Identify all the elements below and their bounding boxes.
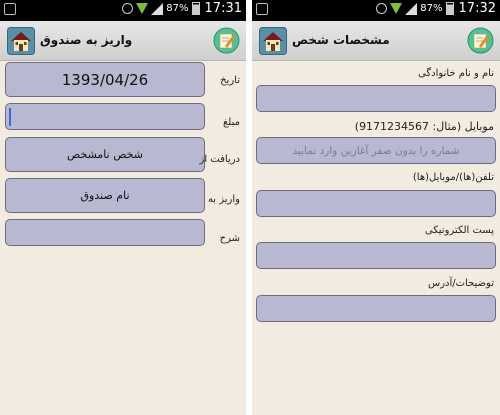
alarm-icon <box>122 3 134 14</box>
mobile-field[interactable]: شماره را بدون صفر آغازین وارد نمایید <box>256 137 496 164</box>
name-label: نام و نام خانوادگی <box>418 68 494 79</box>
wifi-icon <box>136 3 149 14</box>
notes-label: توضیحات/آدرس <box>427 278 494 289</box>
amount-field[interactable] <box>5 103 205 130</box>
house-icon[interactable] <box>7 27 35 55</box>
deposit-to-field[interactable]: نام صندوق <box>5 178 205 213</box>
battery-percent: 87% <box>166 3 189 14</box>
text-cursor <box>9 107 11 126</box>
deposit-to-label: واریز به <box>207 194 240 205</box>
person-details-screen: 87% 17:32 مشخصات شخص نام و نام خانوادگی … <box>252 0 500 415</box>
notification-icon <box>4 3 16 15</box>
deposit-to-fund-screen: 87% 17:31 واریز به صندوق 1393/04/26 تاری… <box>0 0 246 415</box>
signal-icon <box>405 2 418 15</box>
description-field[interactable] <box>5 219 205 246</box>
status-bar: 87% 17:31 <box>0 0 246 21</box>
signal-icon <box>151 2 164 15</box>
screen-title: واریز به صندوق <box>40 33 133 47</box>
notification-icon <box>256 3 268 15</box>
battery-icon <box>445 2 454 15</box>
alarm-icon <box>376 3 388 14</box>
house-icon[interactable] <box>259 27 287 55</box>
phones-field[interactable] <box>256 190 496 217</box>
phones-label: تلفن(ها)/موبایل(ها) <box>412 172 494 183</box>
date-field[interactable]: 1393/04/26 <box>5 62 205 97</box>
edit-note-icon[interactable] <box>213 27 240 54</box>
email-label: پست الکترونیکی <box>424 225 494 236</box>
received-from-field[interactable]: شخص نامشخص <box>5 137 205 172</box>
app-bar: مشخصات شخص <box>252 21 500 61</box>
screen-title: مشخصات شخص <box>292 33 390 47</box>
clock: 17:31 <box>204 1 242 16</box>
app-bar: واریز به صندوق <box>0 21 246 61</box>
date-label: تاریخ <box>220 75 240 86</box>
edit-note-icon[interactable] <box>467 27 494 54</box>
description-label: شرح <box>219 233 240 244</box>
battery-icon <box>191 2 200 15</box>
name-field[interactable] <box>256 85 496 112</box>
battery-percent: 87% <box>420 3 443 14</box>
mobile-label: موبایل (مثال: 9171234567) <box>354 120 494 133</box>
status-bar: 87% 17:32 <box>252 0 500 21</box>
email-field[interactable] <box>256 242 496 269</box>
received-from-label: دریافت از <box>199 154 241 165</box>
wifi-icon <box>390 3 403 14</box>
notes-field[interactable] <box>256 295 496 322</box>
clock: 17:32 <box>458 1 496 16</box>
amount-label: مبلغ <box>222 117 240 128</box>
